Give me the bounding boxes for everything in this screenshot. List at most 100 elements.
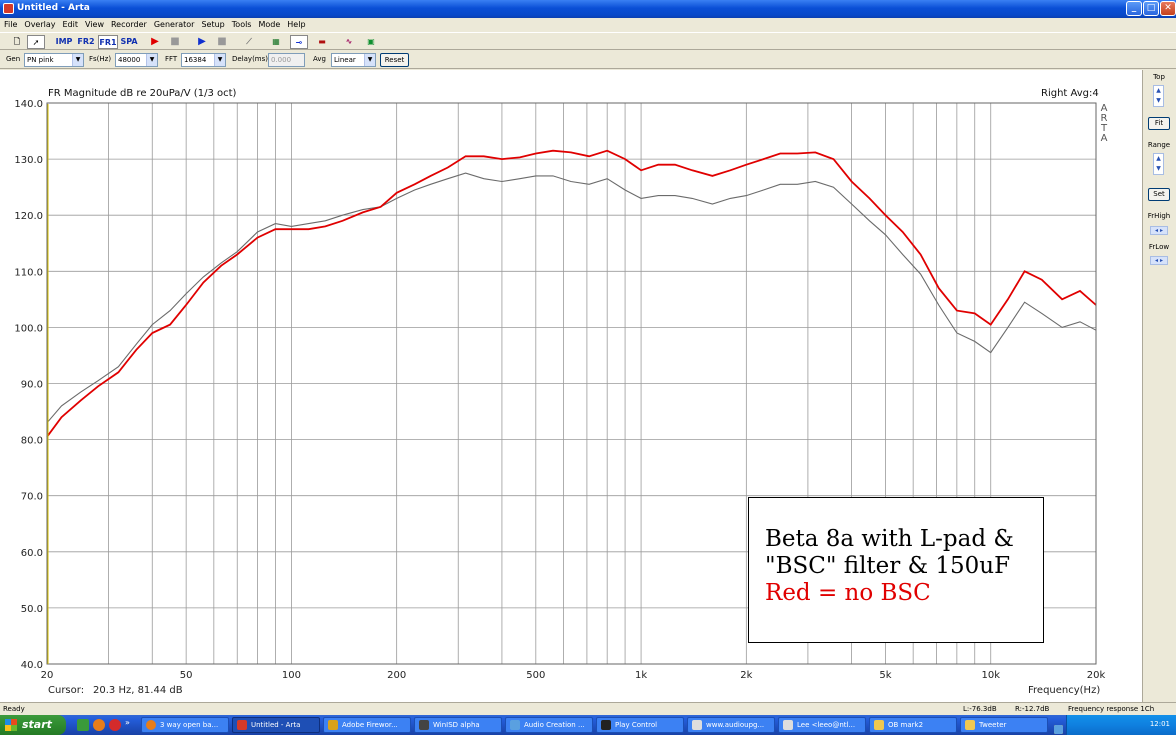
y-tick-label: 120.0: [14, 211, 43, 222]
frlow-spinner[interactable]: ◂ ▸: [1150, 256, 1168, 265]
close-button[interactable]: ✕: [1160, 1, 1176, 16]
task-label: Play Control: [615, 721, 658, 729]
imp-mode-button[interactable]: IMP: [54, 35, 74, 49]
arta-app-icon: [3, 3, 14, 14]
y-tick-label: 70.0: [21, 492, 43, 503]
show-desktop-icon[interactable]: [77, 719, 89, 731]
top-spinner[interactable]: ▲ ▼: [1153, 85, 1164, 107]
task-ob-mark2[interactable]: OB mark2: [869, 717, 957, 733]
menu-setup[interactable]: Setup: [197, 18, 227, 29]
menu-overlay[interactable]: Overlay: [20, 18, 58, 29]
menu-help[interactable]: Help: [283, 18, 308, 29]
fit-button[interactable]: Fit: [1148, 117, 1170, 130]
task-label: Lee <leeo@ntl...: [797, 721, 856, 729]
browser-icon: [692, 720, 702, 730]
stop-icon[interactable]: ■: [166, 35, 184, 49]
status-bar: Ready L:-76.3dB R:-12.7dB Frequency resp…: [0, 702, 1176, 715]
fft-select[interactable]: 16384 ▼: [181, 53, 226, 67]
title-bar: Untitled - Arta _ □ ✕: [0, 0, 1176, 18]
winisd-icon: [419, 720, 429, 730]
record-play-icon[interactable]: ▶: [146, 35, 164, 49]
task-3-way-open-baffle[interactable]: 3 way open ba...: [141, 717, 229, 733]
x-axis-labels: 20 50 100 200 500 1k 2k 5k 10k 20k: [41, 670, 1106, 681]
channel-info: Right Avg:4: [1041, 88, 1099, 99]
waveform-icon[interactable]: ∿: [340, 35, 358, 49]
y-tick-label: 130.0: [14, 155, 43, 166]
pointer-icon[interactable]: ➚: [27, 35, 45, 49]
grid-icon[interactable]: ▦: [267, 35, 285, 49]
opera-icon[interactable]: [109, 719, 121, 731]
task-audioupgrades[interactable]: www.audioupg...: [687, 717, 775, 733]
fs-select[interactable]: 48000 ▼: [115, 53, 158, 67]
fr1-mode-button[interactable]: FR1: [98, 35, 118, 49]
arrow-down-icon[interactable]: ▼: [1154, 96, 1163, 106]
reset-button[interactable]: Reset: [380, 53, 409, 67]
fs-label: Fs(Hz): [89, 55, 112, 63]
task-winisd[interactable]: WinISD alpha: [414, 717, 502, 733]
menu-view[interactable]: View: [81, 18, 107, 29]
arta-icon: [237, 720, 247, 730]
annotation-line-1: Beta 8a with L-pad &: [765, 526, 1014, 552]
avg-value: Linear: [334, 56, 356, 64]
scope-icon[interactable]: ▣: [362, 35, 380, 49]
task-email[interactable]: Lee <leeo@ntl...: [778, 717, 866, 733]
firefox-icon[interactable]: [93, 719, 105, 731]
color-icon[interactable]: ▬: [313, 35, 331, 49]
fft-value: 16384: [184, 56, 207, 64]
arrow-down-icon[interactable]: ▼: [1154, 164, 1163, 174]
spa-mode-button[interactable]: SPA: [119, 35, 139, 49]
gen-select[interactable]: PN pink ▼: [24, 53, 84, 67]
status-text: Ready: [3, 705, 25, 713]
task-play-control[interactable]: Play Control: [596, 717, 684, 733]
task-arta[interactable]: Untitled - Arta: [232, 717, 320, 733]
arrow-up-icon[interactable]: ▲: [1154, 86, 1163, 96]
menu-generator[interactable]: Generator: [150, 18, 198, 29]
chevron-down-icon: ▼: [364, 54, 375, 66]
maximize-button[interactable]: □: [1143, 1, 1159, 16]
firefox-icon: [146, 720, 156, 730]
new-file-icon[interactable]: 🗋: [8, 35, 26, 49]
frhigh-spinner[interactable]: ◂ ▸: [1150, 226, 1168, 235]
annotation-line-2: "BSC" filter & 150uF: [765, 553, 1011, 579]
menu-mode[interactable]: Mode: [254, 18, 283, 29]
menu-tools[interactable]: Tools: [228, 18, 255, 29]
fs-value: 48000: [118, 56, 141, 64]
avg-select[interactable]: Linear ▼: [331, 53, 376, 67]
task-label: OB mark2: [888, 721, 924, 729]
windows-logo-icon: [5, 719, 17, 731]
fft-label: FFT: [165, 55, 178, 63]
delay-value: 0.000: [271, 56, 292, 64]
series-line: [46, 172, 1097, 424]
menu-edit[interactable]: Edit: [59, 18, 82, 29]
annotation-line-3: Red = no BSC: [765, 580, 931, 606]
range-spinner[interactable]: ▲ ▼: [1153, 153, 1164, 175]
calibrate-icon[interactable]: ⟋: [240, 35, 258, 49]
annotation-box: Beta 8a with L-pad & "BSC" filter & 150u…: [748, 497, 1044, 643]
left-level: L:-76.3dB: [963, 705, 997, 713]
gen-label: Gen: [6, 55, 21, 63]
frequency-response-graph[interactable]: 40.0 50.0 60.0 70.0 80.0 90.0 100.0 110.0 120.0 1…: [0, 70, 1142, 702]
task-fireworks[interactable]: Adobe Firewor...: [323, 717, 411, 733]
fr2-mode-button[interactable]: FR2: [76, 35, 96, 49]
set-button[interactable]: Set: [1148, 188, 1170, 201]
window-title: Untitled - Arta: [17, 3, 90, 13]
right-level: R:-12.7dB: [1015, 705, 1050, 713]
menu-recorder[interactable]: Recorder: [107, 18, 150, 29]
arrow-up-icon[interactable]: ▲: [1154, 154, 1163, 164]
y-tick-label: 50.0: [21, 604, 43, 615]
range-label: Range: [1147, 141, 1171, 149]
task-label: Untitled - Arta: [251, 721, 301, 729]
messenger-icon[interactable]: [1054, 725, 1063, 734]
generator-stop-icon[interactable]: ■: [213, 35, 231, 49]
expand-quicklaunch-icon[interactable]: »: [125, 718, 130, 727]
x-tick-label: 500: [526, 670, 545, 681]
menu-file[interactable]: File: [0, 18, 20, 29]
task-audio-creation[interactable]: Audio Creation ...: [505, 717, 593, 733]
generator-play-icon[interactable]: ▶: [193, 35, 211, 49]
overlay-icon[interactable]: ⊸: [290, 35, 308, 49]
task-label: Tweeter: [979, 721, 1007, 729]
minimize-button[interactable]: _: [1126, 1, 1142, 16]
start-button[interactable]: start: [0, 715, 66, 735]
delay-input[interactable]: 0.000: [268, 53, 305, 67]
task-tweeter[interactable]: Tweeter: [960, 717, 1048, 733]
